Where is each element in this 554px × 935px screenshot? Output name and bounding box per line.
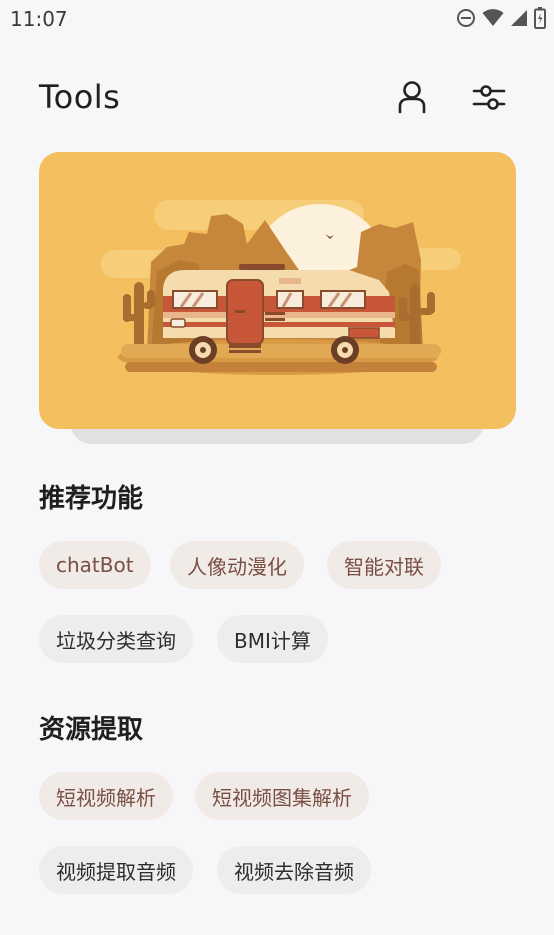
- section-title-resource-extract: 资源提取: [39, 715, 144, 745]
- section-title-recommended: 推荐功能: [39, 484, 144, 514]
- status-icons: [456, 7, 546, 29]
- wifi-icon: [482, 9, 504, 26]
- chip-portrait-anime[interactable]: 人像动漫化: [170, 541, 304, 589]
- page-title: Tools: [39, 78, 121, 116]
- chip-bmi-calculator[interactable]: BMI计算: [217, 615, 328, 663]
- status-bar: 11:07: [0, 0, 554, 38]
- chip-short-video-parse[interactable]: 短视频解析: [39, 772, 173, 820]
- settings-button[interactable]: [469, 77, 509, 117]
- chip-garbage-sorting[interactable]: 垃圾分类查询: [39, 615, 193, 663]
- status-time: 11:07: [10, 7, 68, 31]
- cell-signal-icon: [511, 10, 527, 26]
- chip-video-remove-audio[interactable]: 视频去除音频: [217, 846, 371, 894]
- chip-smart-couplet[interactable]: 智能对联: [327, 541, 441, 589]
- camper-van-illustration: [101, 200, 461, 375]
- sliders-icon: [472, 85, 506, 110]
- battery-icon: [534, 7, 546, 29]
- chip-chatbot[interactable]: chatBot: [39, 541, 151, 589]
- user-icon: [398, 81, 426, 114]
- chip-video-extract-audio[interactable]: 视频提取音频: [39, 846, 193, 894]
- do-not-disturb-icon: [457, 9, 475, 27]
- profile-button[interactable]: [392, 77, 432, 117]
- banner-card[interactable]: [39, 152, 516, 429]
- chip-short-video-gallery-parse[interactable]: 短视频图集解析: [195, 772, 369, 820]
